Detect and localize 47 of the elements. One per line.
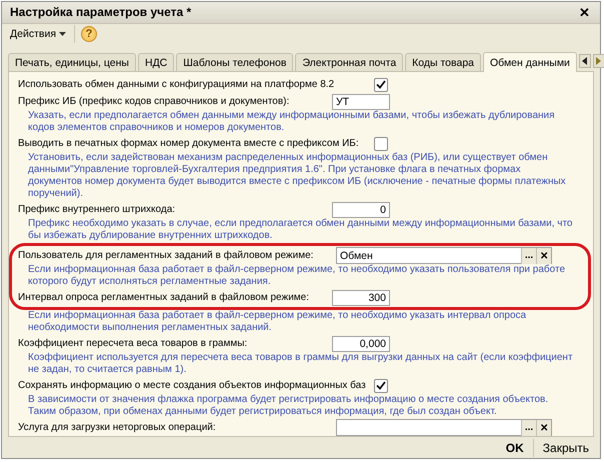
choose-button[interactable]: ... — [521, 420, 536, 436]
field-label: Интервал опроса регламентных заданий в файловом режиме: — [18, 291, 309, 304]
field-label: Использовать обмен данными с конфигурациями на платформе 8.2 — [18, 78, 334, 92]
help-button[interactable]: ? — [81, 26, 98, 42]
checkbox[interactable] — [374, 136, 388, 151]
input-field[interactable]: 300 — [332, 290, 390, 306]
checkbox[interactable] — [374, 378, 388, 393]
tab[interactable]: Обмен данными — [483, 52, 577, 72]
hint-text: Если информационная база работает в файл-серверном режиме, то необходимо указать пользователя при работе которого будут исполняться регламентные задания. — [27, 264, 566, 288]
input-field[interactable]: 0 — [332, 202, 390, 218]
tab[interactable]: НДС — [138, 53, 174, 72]
clear-button[interactable]: ✕ — [536, 248, 551, 264]
clear-button[interactable]: ✕ — [536, 420, 551, 436]
hint-text: В зависимости от значения флажка программа будет регистрировать информацию о месте создания объектов. Таким образом, при обменах данными будет регистрироваться информация, где был создан объект. — [27, 394, 550, 418]
caret-icon — [59, 32, 66, 36]
tab[interactable]: Печать, единицы, цены — [8, 53, 136, 72]
hint-text: Префикс необходимо указать в случае, если предполагается обмен данными между информационными базами, что бы избежать дублирование внутренних штрихкодов. — [27, 218, 573, 242]
check-icon — [376, 80, 386, 90]
hint-text: Указать, если предполагается обмен данными между информационными базами, чтобы избежать дублирования кодов элементов справочников и номеров документов. — [27, 110, 556, 134]
hint-text: Коэффициент используется для пересчета веса товаров в граммы для выгрузки данных на сайт (если коэффициент не задан, то считается равным 1). — [27, 352, 573, 376]
field-label: Услуга для загрузки неторговых операций: — [18, 421, 217, 434]
input-field[interactable]: 0,000 — [332, 336, 390, 352]
select-field[interactable]: Обмен ... ✕ — [336, 247, 552, 264]
tab[interactable]: Коды товара — [405, 53, 481, 72]
close-dialog-button[interactable]: Закрыть — [538, 438, 594, 458]
choose-button[interactable]: ... — [521, 248, 536, 264]
input-field[interactable]: УТ — [332, 94, 390, 110]
left-arrow-icon — [582, 57, 588, 66]
checkbox[interactable] — [374, 78, 388, 92]
select-field[interactable]: ... ✕ — [336, 419, 552, 436]
right-arrow-icon — [596, 57, 602, 66]
ok-button[interactable]: OK — [500, 438, 529, 458]
field-label: Сохранять информацию о месте создания объектов информационных баз — [18, 379, 366, 392]
check-icon — [376, 381, 386, 390]
tab[interactable]: Электронная почта — [295, 53, 404, 72]
field-label: Пользователь для регламентных заданий в файловом режиме: — [18, 249, 314, 262]
field-label: Префикс ИБ (префикс кодов справочников и документов): — [18, 95, 290, 108]
field-label: Префикс внутреннего штрихкода: — [18, 203, 176, 216]
close-button[interactable]: ✕ — [577, 4, 592, 20]
scroll-left-button[interactable] — [578, 54, 591, 68]
field-label: Коэффициент пересчета веса товаров в граммы: — [18, 337, 248, 350]
tab[interactable]: Шаблоны телефонов — [176, 53, 294, 72]
field-label: Выводить в печатных формах номер документа вместе с префиксом ИБ: — [18, 137, 359, 150]
window-title: Настройка параметров учета * — [10, 5, 192, 20]
hint-text: Установить, если задействован механизм распределенных информационных баз (РИБ), или существует обмен данными"Управление торговлей-Бухгалтерия предприятия 1.6". При установке флага в печатных формах документов номер документа будет выводится вместе с префиксом ИБ (исключение - печатные формы платежных поручений). — [27, 152, 567, 200]
actions-menu[interactable]: Действия — [8, 26, 68, 42]
hint-text: Если информационная база работает в файл-серверном режиме, то необходимо указать интервал опроса необходимости выполнения регламентных заданий. — [27, 310, 528, 334]
